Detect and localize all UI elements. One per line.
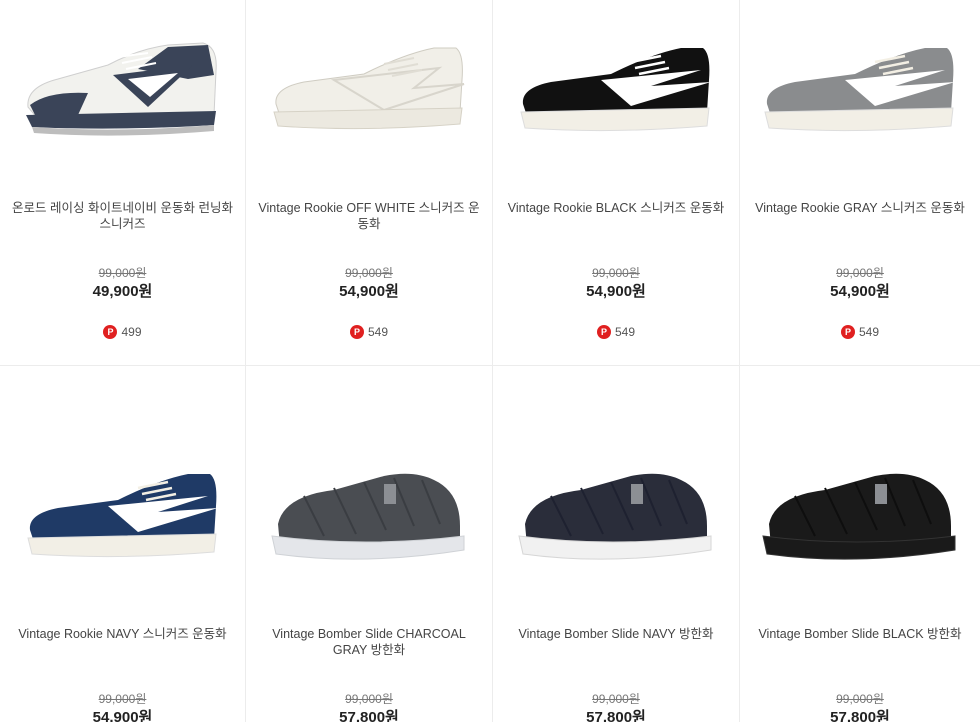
product-name[interactable]: Vintage Rookie OFF WHITE 스니커즈 운동화 [254, 200, 484, 232]
padded-slide-icon [518, 473, 712, 560]
product-image[interactable] [493, 366, 739, 666]
sale-price: 57,800원 [586, 709, 646, 722]
sale-price: 54,900원 [830, 283, 890, 300]
sale-price: 54,900원 [339, 283, 399, 300]
points-value: 549 [367, 325, 389, 339]
original-price: 99,000원 [836, 266, 884, 280]
original-price: 99,000원 [345, 692, 393, 706]
points-icon: P [840, 325, 855, 339]
points-row: P 499 [0, 325, 245, 339]
product-name[interactable]: Vintage Rookie NAVY 스니커즈 운동화 [8, 626, 237, 642]
points-icon: P [596, 325, 611, 339]
product-card[interactable]: Vintage Bomber Slide NAVY 방한화 99,000원 57… [493, 366, 740, 722]
sneaker-icon [764, 48, 955, 132]
product-card[interactable]: 온로드 레이싱 화이트네이비 운동화 런닝화 스니커즈 99,000원 49,9… [0, 0, 246, 366]
original-price: 99,000원 [836, 692, 884, 706]
original-price: 99,000원 [345, 266, 393, 280]
product-image[interactable] [740, 366, 980, 666]
points-icon: P [349, 325, 364, 339]
original-price: 99,000원 [592, 692, 640, 706]
product-card[interactable]: Vintage Rookie GRAY 스니커즈 운동화 99,000원 54,… [740, 0, 980, 366]
product-name[interactable]: Vintage Bomber Slide CHARCOAL GRAY 방한화 [254, 626, 484, 658]
product-image[interactable] [246, 0, 492, 180]
points-row: P 549 [493, 325, 739, 339]
product-card[interactable]: Vintage Bomber Slide CHARCOAL GRAY 방한화 9… [246, 366, 493, 722]
points-value: 549 [858, 325, 880, 339]
product-card[interactable]: Vintage Rookie NAVY 스니커즈 운동화 99,000원 54,… [0, 366, 246, 722]
product-name[interactable]: Vintage Rookie GRAY 스니커즈 운동화 [748, 200, 972, 216]
sneaker-icon [273, 47, 465, 130]
sale-price: 57,800원 [830, 709, 890, 722]
original-price: 99,000원 [98, 266, 147, 280]
points-value: 499 [121, 325, 142, 339]
padded-slide-icon [271, 473, 465, 560]
sneaker-icon [26, 474, 218, 558]
points-row: P 549 [740, 325, 980, 339]
padded-slide-icon [762, 473, 956, 560]
sale-price: 57,800원 [339, 709, 399, 722]
original-price: 99,000원 [592, 266, 640, 280]
product-image[interactable] [0, 0, 245, 180]
original-price: 99,000원 [98, 692, 147, 706]
product-card[interactable]: Vintage Bomber Slide BLACK 방한화 99,000원 5… [740, 366, 980, 722]
points-icon: P [103, 325, 118, 339]
product-grid: 온로드 레이싱 화이트네이비 운동화 런닝화 스니커즈 99,000원 49,9… [0, 0, 980, 722]
sale-price: 49,900원 [92, 283, 153, 300]
sneaker-icon [520, 48, 711, 132]
product-name[interactable]: Vintage Bomber Slide BLACK 방한화 [748, 626, 972, 642]
product-card[interactable]: Vintage Rookie OFF WHITE 스니커즈 운동화 99,000… [246, 0, 493, 366]
product-image[interactable] [0, 366, 245, 666]
product-name[interactable]: Vintage Rookie BLACK 스니커즈 운동화 [501, 200, 731, 216]
sale-price: 54,900원 [586, 283, 646, 300]
product-image[interactable] [246, 366, 492, 666]
product-name[interactable]: Vintage Bomber Slide NAVY 방한화 [501, 626, 731, 642]
product-card[interactable]: Vintage Rookie BLACK 스니커즈 운동화 99,000원 54… [493, 0, 740, 366]
points-row: P 549 [246, 325, 492, 339]
sale-price: 54,900원 [92, 709, 153, 722]
product-image[interactable] [493, 0, 739, 180]
product-name[interactable]: 온로드 레이싱 화이트네이비 운동화 런닝화 스니커즈 [8, 200, 237, 232]
product-image[interactable] [740, 0, 980, 180]
running-sneaker-icon [25, 42, 217, 136]
points-value: 549 [614, 325, 636, 339]
